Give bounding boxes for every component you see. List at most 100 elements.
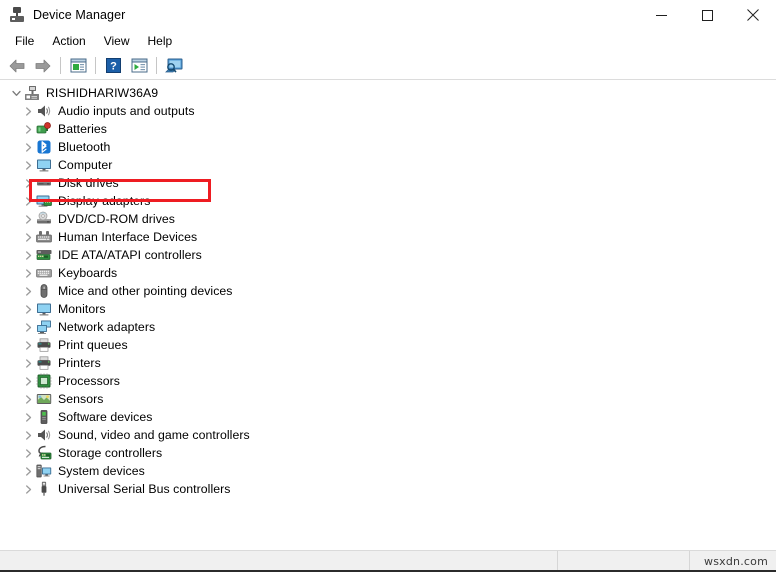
chevron-right-icon[interactable] (22, 321, 35, 334)
tree-item-network-adapters[interactable]: Network adapters (0, 318, 776, 336)
chevron-right-icon[interactable] (22, 141, 35, 154)
status-pane-primary (0, 551, 558, 572)
tree-item-computer[interactable]: Computer (0, 156, 776, 174)
update-driver-button[interactable] (126, 54, 152, 78)
tree-item-storage-controllers[interactable]: Storage controllers (0, 444, 776, 462)
properties-icon (70, 58, 86, 73)
menu-help[interactable]: Help (139, 32, 182, 50)
tree-item-sound-video-and-game-controllers[interactable]: Sound, video and game controllers (0, 426, 776, 444)
chevron-right-icon[interactable] (22, 303, 35, 316)
tree-item-label: Audio inputs and outputs (58, 104, 195, 118)
tree-item-label: Display adapters (58, 194, 151, 208)
mouse-icon (36, 283, 52, 299)
tree-item-disk-drives[interactable]: Disk drives (0, 174, 776, 192)
tree-item-label: Computer (58, 158, 113, 172)
tree-item-monitors[interactable]: Monitors (0, 300, 776, 318)
tree-item-ide-ata-atapi-controllers[interactable]: IDE ATA/ATAPI controllers (0, 246, 776, 264)
scan-hardware-changes-button[interactable] (161, 54, 187, 78)
chevron-down-icon[interactable] (10, 87, 23, 100)
svg-text:?: ? (110, 61, 117, 73)
chevron-right-icon[interactable] (22, 231, 35, 244)
tree-item-human-interface-devices[interactable]: Human Interface Devices (0, 228, 776, 246)
chevron-right-icon[interactable] (22, 285, 35, 298)
usb-icon (36, 481, 52, 497)
status-bar: wsxdn.com (0, 550, 776, 572)
tree-item-print-queues[interactable]: Print queues (0, 336, 776, 354)
tree-item-bluetooth[interactable]: Bluetooth (0, 138, 776, 156)
tree-item-printers[interactable]: Printers (0, 354, 776, 372)
chevron-right-icon[interactable] (22, 195, 35, 208)
chevron-right-icon[interactable] (22, 267, 35, 280)
minimize-button[interactable] (638, 0, 684, 30)
chevron-right-icon[interactable] (22, 393, 35, 406)
computer-root-icon (24, 85, 40, 101)
chevron-right-icon[interactable] (22, 465, 35, 478)
tree-item-label: Universal Serial Bus controllers (58, 482, 231, 496)
chevron-right-icon[interactable] (22, 159, 35, 172)
help-question-icon: ? (105, 58, 121, 73)
tree-item-processors[interactable]: Processors (0, 372, 776, 390)
tree-item-label: Sensors (58, 392, 104, 406)
watermark-text: wsxdn.com (704, 555, 768, 568)
tree-item-dvd-cd-rom-drives[interactable]: DVD/CD-ROM drives (0, 210, 776, 228)
tree-item-label: Storage controllers (58, 446, 163, 460)
tree-item-software-devices[interactable]: Software devices (0, 408, 776, 426)
tree-item-label: Batteries (58, 122, 107, 136)
ide-controller-icon (36, 247, 52, 263)
chevron-right-icon[interactable] (22, 213, 35, 226)
tree-item-label: Processors (58, 374, 121, 388)
help-button[interactable]: ? (100, 54, 126, 78)
tree-item-system-devices[interactable]: System devices (0, 462, 776, 480)
tree-item-audio-inputs-and-outputs[interactable]: Audio inputs and outputs (0, 102, 776, 120)
back-arrow-icon (9, 59, 25, 72)
close-button[interactable] (730, 0, 776, 30)
tree-item-universal-serial-bus-controllers[interactable]: Universal Serial Bus controllers (0, 480, 776, 498)
menu-bar: File Action View Help (0, 30, 776, 52)
chevron-right-icon[interactable] (22, 249, 35, 262)
software-device-icon (36, 409, 52, 425)
tree-item-keyboards[interactable]: Keyboards (0, 264, 776, 282)
forward-button[interactable] (30, 54, 56, 78)
speaker-icon (36, 103, 52, 119)
chevron-right-icon[interactable] (22, 123, 35, 136)
tree-item-label: Network adapters (58, 320, 156, 334)
tree-item-label: Sound, video and game controllers (58, 428, 250, 442)
tree-item-sensors[interactable]: Sensors (0, 390, 776, 408)
chevron-right-icon[interactable] (22, 375, 35, 388)
forward-arrow-icon (35, 59, 51, 72)
status-pane-watermark: wsxdn.com (690, 551, 776, 572)
properties-button[interactable] (65, 54, 91, 78)
device-tree[interactable]: RISHIDHARIW36A9 Audio inputs and outputs (0, 80, 776, 550)
window-controls (638, 0, 776, 30)
chevron-right-icon[interactable] (22, 357, 35, 370)
battery-icon (36, 121, 52, 137)
tree-item-label: Monitors (58, 302, 106, 316)
toolbar-separator (95, 57, 96, 74)
monitor-icon (36, 157, 52, 173)
system-device-icon (36, 463, 52, 479)
chevron-right-icon[interactable] (22, 483, 35, 496)
back-button[interactable] (4, 54, 30, 78)
chevron-right-icon[interactable] (22, 447, 35, 460)
chevron-right-icon[interactable] (22, 105, 35, 118)
toolbar-separator (156, 57, 157, 74)
device-manager-icon (9, 7, 25, 23)
toolbar-separator (60, 57, 61, 74)
chevron-right-icon[interactable] (22, 339, 35, 352)
menu-action[interactable]: Action (43, 32, 94, 50)
tree-item-label: DVD/CD-ROM drives (58, 212, 175, 226)
menu-view[interactable]: View (95, 32, 139, 50)
tree-root-node[interactable]: RISHIDHARIW36A9 (0, 84, 776, 102)
tree-item-display-adapters[interactable]: Display adapters (0, 192, 776, 210)
tree-item-batteries[interactable]: Batteries (0, 120, 776, 138)
chevron-right-icon[interactable] (22, 429, 35, 442)
tree-item-mice-and-other-pointing-devices[interactable]: Mice and other pointing devices (0, 282, 776, 300)
speaker-icon (36, 427, 52, 443)
title-bar: Device Manager (0, 0, 776, 30)
chevron-right-icon[interactable] (22, 177, 35, 190)
tree-item-label: Printers (58, 356, 101, 370)
tree-item-label: Mice and other pointing devices (58, 284, 233, 298)
chevron-right-icon[interactable] (22, 411, 35, 424)
maximize-button[interactable] (684, 0, 730, 30)
menu-file[interactable]: File (6, 32, 43, 50)
